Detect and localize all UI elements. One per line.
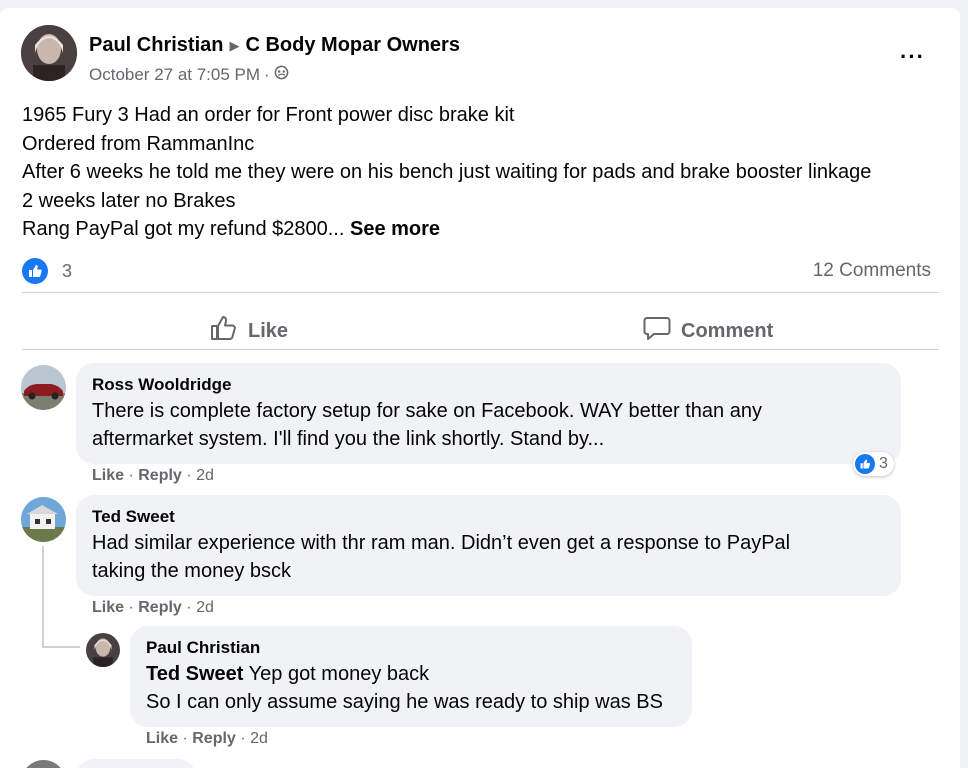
comments-count[interactable]: 12 Comments: [813, 260, 931, 282]
post-body: 1965 Fury 3 Had an order for Front power…: [22, 101, 871, 244]
comment-like-button[interactable]: Like: [92, 467, 124, 484]
action-separator: ·: [186, 599, 192, 616]
next-comment-bubble: [76, 759, 196, 768]
comment-reply-button[interactable]: Reply: [138, 467, 182, 484]
group-privacy-icon: [274, 65, 289, 85]
comment-actions: Like · Reply · 2d: [92, 599, 214, 617]
reply-text: Yep got money back: [243, 663, 430, 685]
reply-age[interactable]: 2d: [250, 730, 268, 747]
reactions-summary[interactable]: 3: [22, 258, 72, 284]
comment-actions: Like · Reply · 2d: [92, 467, 214, 485]
like-reaction-icon: [22, 258, 48, 284]
comment-button[interactable]: Comment: [643, 315, 773, 347]
caret-right-icon: ▶: [229, 37, 240, 53]
reply-like-button[interactable]: Like: [146, 730, 178, 747]
reply-bubble: Paul Christian Ted Sweet Yep got money b…: [130, 626, 692, 727]
comment-age[interactable]: 2d: [196, 599, 214, 616]
action-separator: ·: [240, 730, 246, 747]
like-label: Like: [248, 319, 289, 342]
reply-actions: Like · Reply · 2d: [146, 730, 268, 748]
comment-reaction-count: 3: [879, 455, 888, 472]
comment-bubble: Ross Wooldridge There is complete factor…: [76, 363, 901, 464]
comment-text-line: There is complete factory setup for sake…: [92, 400, 762, 422]
post-card: Paul Christian ▶ C Body Mopar Owners Oct…: [0, 8, 960, 768]
post-timestamp[interactable]: October 27 at 7:05 PM: [89, 65, 260, 85]
post-author-name[interactable]: Paul Christian: [89, 34, 223, 57]
see-more-link[interactable]: See more: [350, 218, 440, 240]
comment-text-line: aftermarket system. I'll find you the li…: [92, 428, 605, 450]
comment-author[interactable]: Ross Wooldridge: [92, 375, 231, 395]
post-line: Rang PayPal got my refund $2800...: [22, 218, 345, 240]
thumbs-up-icon: [210, 315, 238, 347]
reply-text-line: Ted Sweet Yep got money back: [146, 660, 429, 689]
mention-link[interactable]: Ted Sweet: [146, 663, 243, 685]
comment-like-button[interactable]: Like: [92, 599, 124, 616]
next-commenter-avatar[interactable]: [21, 760, 66, 768]
post-line: 1965 Fury 3 Had an order for Front power…: [22, 104, 515, 126]
post-line: 2 weeks later no Brakes: [22, 189, 236, 212]
post-line: After 6 weeks he told me they were on hi…: [22, 161, 872, 183]
comment-age[interactable]: 2d: [196, 467, 214, 484]
meta-separator: ·: [264, 65, 270, 84]
reply-author-avatar[interactable]: [86, 633, 120, 667]
post-line: Ordered from RammanInc: [22, 132, 255, 155]
reply-reply-button[interactable]: Reply: [192, 730, 236, 747]
post-line-last: Rang PayPal got my refund $2800... See m…: [22, 215, 871, 244]
like-button[interactable]: Like: [210, 315, 288, 347]
post-author-line: Paul Christian ▶ C Body Mopar Owners: [89, 34, 460, 57]
comment-icon: [643, 315, 671, 347]
commenter-avatar[interactable]: [21, 365, 66, 410]
action-separator: ·: [182, 730, 188, 747]
post-meta: October 27 at 7:05 PM ·: [89, 65, 289, 85]
group-name[interactable]: C Body Mopar Owners: [245, 34, 459, 57]
like-reaction-icon: [855, 454, 875, 474]
divider-bottom: [22, 349, 939, 350]
reply-text-line: So I can only assume saying he was ready…: [146, 691, 663, 713]
comment-author[interactable]: Ted Sweet: [92, 507, 175, 527]
more-options-icon[interactable]: ···: [900, 44, 925, 70]
comment-reply-button[interactable]: Reply: [138, 599, 182, 616]
thread-connector-elbow: [42, 646, 80, 648]
thread-connector: [42, 546, 44, 648]
comment-text-line: taking the money bsck: [92, 560, 291, 582]
comment-text-line: Had similar experience with thr ram man.…: [92, 532, 791, 554]
author-avatar[interactable]: [21, 25, 77, 81]
action-separator: ·: [186, 467, 192, 484]
reply-author[interactable]: Paul Christian: [146, 638, 260, 658]
divider-top: [22, 292, 939, 293]
action-separator: ·: [128, 467, 134, 484]
reaction-count: 3: [62, 260, 73, 281]
commenter-avatar[interactable]: [21, 497, 66, 542]
comment-bubble: Ted Sweet Had similar experience with th…: [76, 495, 901, 596]
comment-label: Comment: [681, 319, 774, 342]
comment-reactions[interactable]: 3: [853, 452, 894, 476]
action-separator: ·: [128, 599, 134, 616]
